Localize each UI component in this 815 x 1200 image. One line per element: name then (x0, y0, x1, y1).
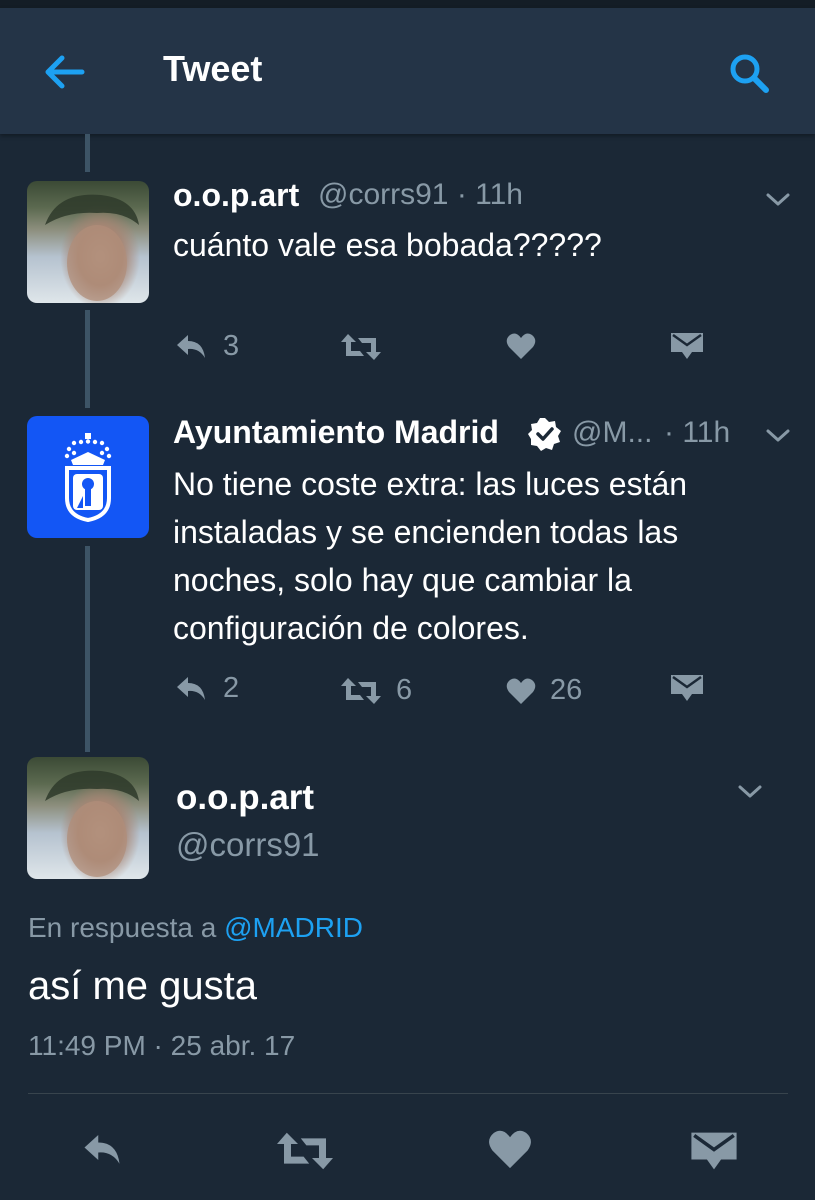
direct-message-button[interactable] (690, 1130, 738, 1172)
tweet-meta: @corrs91 · 11h (318, 178, 523, 212)
retweet-button[interactable]: 6 (340, 674, 412, 707)
tweet-author-name[interactable]: o.o.p.art (176, 778, 314, 818)
tweet-author-name[interactable]: o.o.p.art (173, 177, 299, 214)
divider (28, 1093, 788, 1094)
page-title: Tweet (163, 48, 263, 89)
tweet-handle[interactable]: @corrs91 (318, 178, 449, 211)
thread-line (85, 546, 90, 752)
top-app-bar: Tweet (0, 8, 815, 134)
back-button[interactable] (36, 48, 92, 96)
chevron-down-icon[interactable] (763, 190, 793, 210)
tweet-author-name[interactable]: Ayuntamiento Madrid (173, 414, 499, 451)
retweet-count: 6 (396, 674, 413, 706)
reply-button[interactable]: 3 (173, 330, 239, 363)
heart-icon (506, 678, 536, 704)
avatar[interactable] (27, 757, 149, 879)
retweet-icon (341, 334, 381, 360)
reply-prefix: En respuesta a (28, 912, 217, 943)
chevron-down-icon[interactable] (735, 782, 765, 802)
arrow-left-icon (45, 55, 85, 89)
reply-context: En respuesta a @MADRID (28, 912, 363, 944)
like-button[interactable] (506, 332, 550, 360)
tweet-time: · 11h (664, 416, 731, 449)
retweet-button[interactable] (274, 1130, 336, 1172)
tweet-time: · 11h (456, 178, 523, 211)
retweet-icon (277, 1132, 333, 1170)
direct-message-button[interactable] (670, 332, 704, 360)
heart-icon (506, 333, 536, 359)
user-photo-icon (45, 194, 139, 301)
chevron-down-icon[interactable] (763, 426, 793, 446)
tweet-text: No tiene coste extra: las luces están in… (173, 466, 688, 646)
avatar[interactable] (27, 181, 149, 303)
verified-badge-icon (528, 418, 561, 451)
tweet-handle[interactable]: @corrs91 (176, 826, 320, 864)
direct-message-icon (691, 1132, 737, 1170)
tweet-timestamp: 11:49 PM · 25 abr. 17 (28, 1030, 296, 1061)
reply-icon (177, 676, 205, 700)
tweet-handle[interactable]: @M... (572, 416, 652, 450)
reply-button[interactable]: 2 (173, 672, 239, 705)
thread-line (85, 310, 90, 408)
direct-message-icon (671, 675, 703, 701)
madrid-coat-of-arms-icon (64, 433, 112, 523)
reply-count: 2 (223, 672, 240, 704)
direct-message-icon (671, 333, 703, 359)
tweet-text: cuánto vale esa bobada????? (173, 227, 602, 263)
avatar[interactable] (27, 416, 149, 538)
search-icon (730, 54, 769, 93)
like-count: 26 (550, 674, 583, 706)
like-icon (489, 1130, 531, 1169)
retweet-button[interactable] (340, 332, 396, 362)
like-button[interactable] (488, 1128, 532, 1170)
retweet-icon (341, 677, 381, 704)
reply-icon (177, 334, 205, 358)
reply-button[interactable] (76, 1130, 128, 1170)
reply-icon (84, 1135, 120, 1164)
tweet-text: así me gusta (28, 964, 258, 1008)
direct-message-button[interactable] (670, 674, 704, 702)
user-photo-icon (45, 770, 139, 877)
reply-mention-link[interactable]: @MADRID (224, 912, 363, 943)
status-bar (0, 0, 815, 8)
search-button[interactable] (722, 46, 778, 102)
like-button[interactable]: 26 (506, 674, 582, 707)
thread-line (85, 134, 90, 172)
reply-count: 3 (223, 330, 240, 362)
